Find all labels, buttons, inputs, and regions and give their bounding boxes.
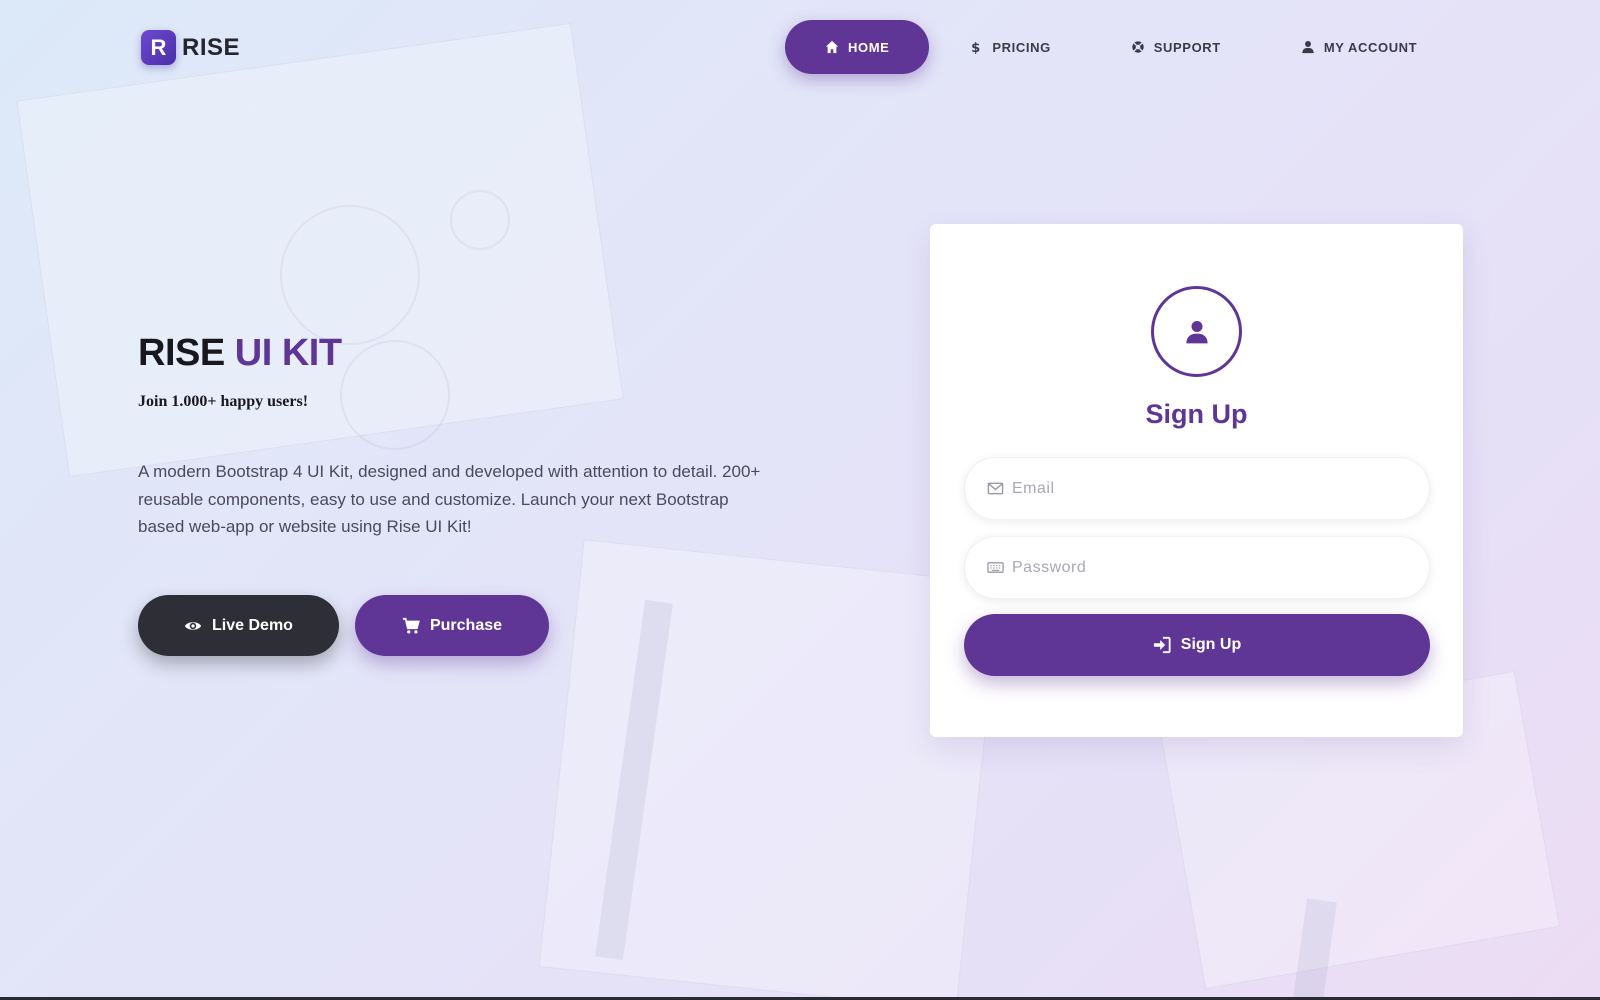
nav-support[interactable]: SUPPORT	[1091, 20, 1261, 74]
svg-text:$: $	[972, 41, 982, 54]
nav-support-label: SUPPORT	[1153, 39, 1221, 55]
nav-home[interactable]: HOME	[785, 20, 930, 74]
home-icon	[825, 40, 839, 54]
nav-home-label: HOME	[848, 39, 890, 55]
email-field[interactable]	[964, 457, 1430, 520]
nav-pricing[interactable]: $ PRICING	[929, 20, 1090, 74]
signup-card: Sign Up Sign Up	[930, 224, 1463, 737]
hero-subtitle: Join 1.000+ happy users!	[138, 393, 309, 410]
hero-title-main: RISE	[138, 332, 225, 374]
nav-pricing-label: PRICING	[992, 39, 1051, 55]
cart-icon	[402, 617, 420, 633]
brand-name: RISE	[182, 33, 241, 61]
hero-description: A modern Bootstrap 4 UI Kit, designed an…	[138, 462, 761, 536]
purchase-button[interactable]: Purchase	[355, 595, 549, 656]
brand[interactable]: R RISE	[141, 30, 240, 65]
nav-my-account[interactable]: MY ACCOUNT	[1261, 20, 1457, 74]
nav-my-account-label: MY ACCOUNT	[1323, 39, 1418, 55]
dollar-icon: $	[972, 41, 982, 54]
brand-logo: R	[141, 30, 176, 65]
live-demo-label: Live Demo	[212, 616, 293, 634]
eye-icon	[184, 621, 202, 630]
hero-title-accent: UI KIT	[234, 332, 342, 374]
password-field[interactable]	[964, 536, 1430, 599]
signup-button-label: Sign Up	[1180, 636, 1242, 653]
lifebuoy-icon	[1132, 41, 1144, 53]
password-input[interactable]	[1012, 558, 1412, 577]
signup-button[interactable]: Sign Up	[964, 614, 1430, 676]
avatar	[1151, 286, 1242, 377]
envelope-icon	[987, 482, 1004, 495]
live-demo-button[interactable]: Live Demo	[138, 595, 339, 656]
user-icon	[1185, 320, 1208, 343]
sign-in-icon	[1153, 636, 1171, 654]
user-icon	[1302, 41, 1314, 54]
keyboard-icon	[987, 562, 1004, 573]
signup-title: Sign Up	[1145, 399, 1248, 429]
purchase-label: Purchase	[429, 616, 503, 634]
hero-title: RISE UI KIT	[138, 332, 342, 375]
email-input[interactable]	[1012, 479, 1412, 498]
main-nav: HOME $ PRICING SUPPORT MY ACCOUNT	[785, 20, 1457, 74]
